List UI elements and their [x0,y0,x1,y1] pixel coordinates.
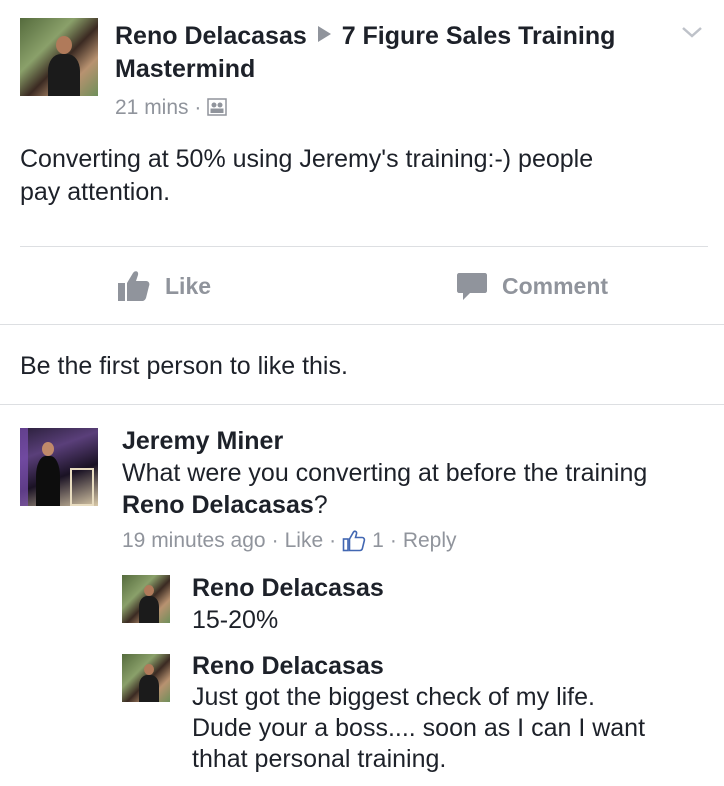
likes-summary[interactable]: Be the first person to like this. [20,350,348,382]
reply: Reno Delacasas 15-20% [192,572,712,636]
commenter-avatar[interactable] [20,428,98,506]
like-button[interactable]: Like [117,268,211,304]
thumbs-up-icon [117,270,151,302]
reply-avatar[interactable] [122,654,170,702]
divider [0,324,724,325]
reply-avatar[interactable] [122,575,170,623]
group-privacy-icon [207,97,227,116]
post-author-name[interactable]: Reno Delacasas [115,22,307,50]
reply-author[interactable]: Reno Delacasas [192,572,712,604]
comment-meta: 19 minutes ago · Like · 1 · Reply [122,528,457,554]
chevron-down-icon[interactable] [680,24,704,40]
comment-timestamp[interactable]: 19 minutes ago [122,528,266,554]
reply: Reno Delacasas Just got the biggest chec… [192,651,717,775]
post-timestamp[interactable]: 21 mins [115,96,189,119]
divider [20,246,708,247]
comment-author[interactable]: Jeremy Miner [122,425,712,457]
mention-link[interactable]: Reno Delacasas [122,491,314,519]
reply-text: 15-20% [192,606,279,634]
reply-author[interactable]: Reno Delacasas [192,651,717,682]
comment-like-button[interactable]: Like [285,528,324,554]
comment-text: What were you converting at before the t… [122,459,648,519]
comment-like-count[interactable]: 1 [372,528,384,554]
meta-separator: · [194,96,202,119]
post-body: Converting at 50% using Jeremy's trainin… [20,145,594,206]
comment-button[interactable]: Comment [456,268,608,304]
thumbs-up-outline-icon [342,530,366,552]
divider [0,404,724,405]
reply-text: Just got the biggest check of my life. D… [192,683,646,773]
speech-bubble-icon [456,270,488,302]
comment-reply-button[interactable]: Reply [403,528,457,554]
arrow-right-icon [317,26,331,42]
author-avatar[interactable] [20,18,98,96]
comment: Jeremy Miner What were you converting at… [122,425,712,521]
